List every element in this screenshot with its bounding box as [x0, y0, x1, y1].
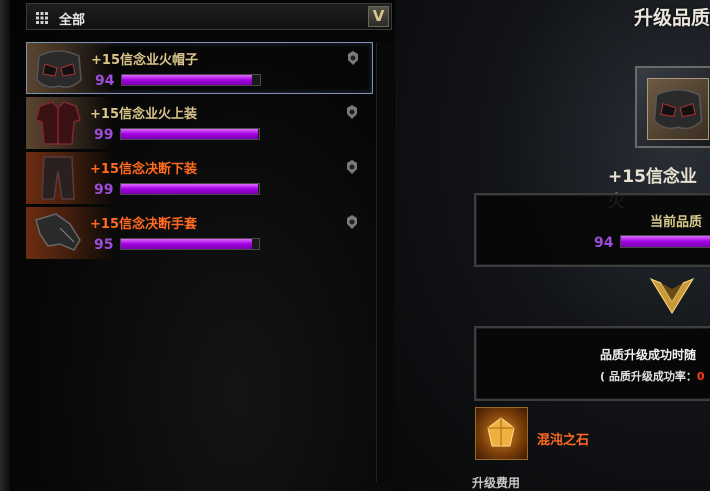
quality-progress-bar — [121, 74, 261, 86]
gem-icon — [487, 417, 515, 447]
item-quality-value: 99 — [94, 182, 114, 198]
helmet-icon — [653, 88, 703, 130]
item-name: +15信念业火上装 — [90, 107, 197, 122]
lock-icon[interactable] — [344, 104, 360, 120]
quality-progress-fill — [121, 184, 258, 194]
filter-selected-label: 全部 — [59, 13, 86, 28]
item-name: +15信念业火帽子 — [91, 53, 198, 68]
grid-icon — [36, 12, 48, 24]
quality-progress-bar — [120, 238, 260, 250]
item-name: +15信念决断手套 — [90, 217, 197, 232]
item-name: +15信念决断下装 — [90, 162, 197, 177]
quality-progress-bar — [120, 128, 260, 140]
lock-icon[interactable] — [344, 214, 360, 230]
pants-icon — [41, 156, 75, 200]
arrow-down-icon — [649, 277, 695, 314]
upgrade-note: 品质升级成功时随 — [600, 348, 697, 362]
selected-item-thumbnail — [647, 78, 709, 140]
chest-armor-icon — [35, 101, 81, 145]
current-quality-fill — [621, 236, 710, 247]
panel-edge — [0, 0, 10, 491]
current-quality-bar — [620, 235, 710, 248]
item-quality-value: 95 — [94, 237, 114, 253]
success-rate-value: 0 — [696, 370, 705, 383]
chaos-stone-icon[interactable] — [475, 407, 528, 460]
lock-icon[interactable] — [344, 159, 360, 175]
panel-title: 升级品质 — [634, 7, 710, 29]
category-filter-dropdown[interactable]: 全部 V — [26, 3, 392, 30]
quality-progress-fill — [121, 239, 253, 249]
lock-icon[interactable] — [345, 50, 361, 66]
list-item[interactable]: +15信念决断下装 99 — [26, 152, 373, 204]
current-quality-box: 当前品质 94 — [474, 193, 710, 267]
quality-progress-fill — [122, 75, 252, 85]
selected-item-slot — [635, 66, 710, 148]
upgrade-info-box: 品质升级成功时随 ( 品质升级成功率：0 — [474, 326, 710, 401]
current-quality-label: 当前品质 — [650, 215, 703, 230]
quality-progress-bar — [120, 183, 260, 195]
item-quality-value: 99 — [94, 127, 114, 143]
item-quality-value: 94 — [95, 73, 115, 89]
helmet-icon — [36, 50, 82, 88]
quality-progress-fill — [121, 129, 258, 139]
chevron-down-icon[interactable]: V — [368, 6, 389, 27]
list-item[interactable]: +15信念业火帽子 94 — [26, 42, 373, 94]
current-quality-value: 94 — [594, 235, 614, 251]
gloves-icon — [35, 213, 81, 251]
success-rate-prefix: ( 品质升级成功率： — [600, 370, 697, 383]
list-item[interactable]: +15信念决断手套 95 — [26, 207, 373, 259]
list-scrollbar[interactable] — [376, 42, 393, 482]
success-rate-text: ( 品质升级成功率：0 — [600, 368, 705, 384]
material-name: 混沌之石 — [537, 433, 590, 448]
equipment-list: +15信念业火帽子 94 +15信念业火上装 99 +15信念决断下装 99 +… — [26, 42, 377, 482]
list-item[interactable]: +15信念业火上装 99 — [26, 97, 373, 149]
upgrade-cost-label: 升级费用 — [472, 476, 521, 490]
